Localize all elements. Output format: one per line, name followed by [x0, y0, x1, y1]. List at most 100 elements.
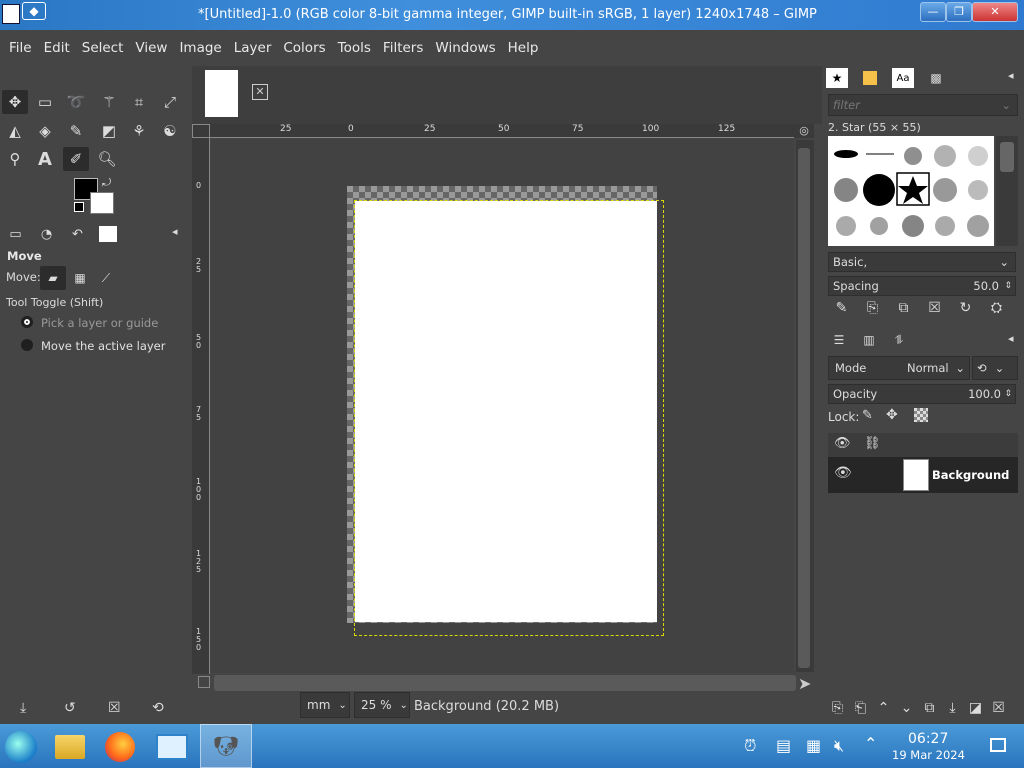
- refresh-brushes-icon[interactable]: ↻: [950, 300, 981, 316]
- delete-options-icon[interactable]: ☒: [108, 700, 121, 716]
- menu-file[interactable]: File: [3, 40, 38, 56]
- volume-muted-icon[interactable]: 🔇︎: [834, 736, 844, 756]
- move-path-mode-icon[interactable]: ⟋: [94, 266, 118, 290]
- text-tool-icon[interactable]: A: [32, 147, 58, 171]
- move-layer-mode-icon[interactable]: ▰: [40, 266, 66, 290]
- chevron-up-icon[interactable]: ⌃: [864, 734, 877, 753]
- menu-filters[interactable]: Filters: [377, 40, 429, 56]
- crop-icon[interactable]: ⌗: [126, 90, 152, 114]
- image-thumbnail-tab[interactable]: [205, 70, 238, 117]
- pick-layer-radio[interactable]: [21, 316, 33, 328]
- minimize-button[interactable]: —: [920, 2, 946, 22]
- configure-tab-icon[interactable]: ◂: [172, 225, 178, 238]
- mode-reset-button[interactable]: ⟲ ⌄: [972, 356, 1018, 380]
- menu-image[interactable]: Image: [173, 40, 227, 56]
- show-desktop-icon[interactable]: [990, 738, 1006, 752]
- app-icon[interactable]: [2, 4, 20, 24]
- zoom-image-icon[interactable]: ◎: [794, 124, 814, 138]
- bucket-fill-icon[interactable]: ◈: [32, 119, 58, 143]
- smudge-icon[interactable]: ☯: [157, 119, 183, 143]
- layers-tab-icon[interactable]: ☰: [826, 330, 852, 350]
- quick-mask-toggle-icon[interactable]: [192, 124, 210, 138]
- notification-icon[interactable]: ⏰︎: [744, 736, 756, 756]
- paintbrush-icon[interactable]: ✎: [63, 119, 89, 143]
- eraser-icon[interactable]: ◩: [96, 119, 122, 143]
- move-tool-icon[interactable]: ✥: [2, 90, 28, 114]
- gradients-tab-icon[interactable]: ▩: [925, 68, 947, 88]
- lock-alpha-icon[interactable]: [914, 408, 928, 422]
- swap-colors-icon[interactable]: ⤾: [102, 176, 111, 190]
- delete-layer-icon[interactable]: ☒: [987, 700, 1010, 716]
- duplicate-brush-icon[interactable]: ⧉: [888, 300, 919, 316]
- add-mask-icon[interactable]: ◪: [964, 700, 987, 716]
- patterns-tab-icon[interactable]: [859, 68, 881, 88]
- vertical-ruler[interactable]: 0 2 5 5 0 7 5 1 0 0 1 2 5 1 5 0: [192, 138, 210, 674]
- transform-icon[interactable]: ⤢: [157, 90, 183, 114]
- zoom-select[interactable]: 25 % ⌄: [354, 692, 410, 718]
- brush-scrollbar[interactable]: [996, 136, 1018, 246]
- start-button-icon[interactable]: [0, 728, 42, 766]
- duplicate-layer-icon[interactable]: ⧉: [918, 700, 941, 716]
- configure-tab-icon[interactable]: ◂: [1008, 332, 1014, 345]
- clock-time[interactable]: 06:27: [908, 731, 948, 747]
- move-active-radio[interactable]: [21, 339, 33, 351]
- save-options-icon[interactable]: ⤓: [20, 700, 26, 716]
- horizontal-scrollbar[interactable]: [214, 675, 796, 691]
- new-layer-group-icon[interactable]: ⎗: [849, 700, 872, 716]
- menu-tools[interactable]: Tools: [332, 40, 377, 56]
- horizontal-ruler[interactable]: 25 0 25 50 75 100 125: [210, 124, 794, 138]
- clock-date[interactable]: 19 Mar 2024: [892, 748, 965, 762]
- gimp-taskbar-icon[interactable]: 🐶︎: [200, 724, 252, 768]
- device-status-tab-icon[interactable]: ◔: [31, 223, 62, 245]
- new-layer-icon[interactable]: ⎘: [826, 700, 849, 716]
- clipboard-icon[interactable]: ▦: [806, 736, 821, 755]
- menu-view[interactable]: View: [129, 40, 173, 56]
- default-colors-icon[interactable]: [74, 202, 84, 212]
- color-picker-icon[interactable]: ✐: [63, 147, 89, 171]
- menu-windows[interactable]: Windows: [429, 40, 501, 56]
- delete-brush-icon[interactable]: ☒: [919, 300, 950, 316]
- restore-options-icon[interactable]: ↺: [64, 700, 76, 716]
- fuzzy-select-icon[interactable]: ⚚: [96, 90, 122, 114]
- clone-icon[interactable]: ⚘: [126, 119, 152, 143]
- images-tab-icon[interactable]: [99, 226, 117, 242]
- layer-name[interactable]: Background: [932, 468, 1009, 482]
- fonts-tab-icon[interactable]: Aa: [892, 68, 914, 88]
- reset-options-icon[interactable]: ⟲: [152, 700, 164, 716]
- move-selection-mode-icon[interactable]: ▦: [68, 266, 92, 290]
- undo-history-tab-icon[interactable]: ↶: [62, 223, 93, 245]
- spacing-field[interactable]: Spacing 50.0 ⇕: [828, 276, 1016, 296]
- brush-tag-select[interactable]: Basic, ⌄: [828, 252, 1016, 272]
- paths-tab-icon[interactable]: ⥮: [886, 330, 912, 350]
- spin-icon[interactable]: ⇕: [1004, 281, 1012, 291]
- layer-mode-select[interactable]: Mode Normal ⌄: [828, 356, 970, 380]
- paths-icon[interactable]: ⚲: [2, 147, 28, 171]
- configure-tab-icon[interactable]: ◂: [1008, 69, 1014, 82]
- open-brush-icon[interactable]: ⛭: [981, 300, 1012, 316]
- rect-select-icon[interactable]: ▭: [32, 90, 58, 114]
- window-menu-icon[interactable]: ◆: [22, 2, 46, 20]
- lasso-icon[interactable]: ➰: [63, 90, 89, 114]
- lock-pixels-icon[interactable]: ✎: [862, 408, 873, 423]
- tool-options-tab-icon[interactable]: ▭: [0, 223, 31, 245]
- background-color-swatch[interactable]: [90, 192, 114, 214]
- move-active-label[interactable]: Move the active layer: [41, 339, 165, 353]
- vertical-scrollbar[interactable]: [796, 140, 814, 672]
- brush-grid[interactable]: [828, 136, 994, 246]
- merge-down-icon[interactable]: ⤓: [941, 700, 964, 716]
- menu-colors[interactable]: Colors: [277, 40, 331, 56]
- lock-position-icon[interactable]: ✥: [886, 407, 898, 423]
- warp-icon[interactable]: ◭: [2, 119, 28, 143]
- close-image-icon[interactable]: ✕: [252, 84, 268, 100]
- unit-select[interactable]: mm ⌄: [300, 692, 350, 718]
- menu-help[interactable]: Help: [502, 40, 545, 56]
- brush-filter-input[interactable]: filter ⌄: [828, 94, 1018, 116]
- vertical-scroll-thumb[interactable]: [798, 148, 810, 668]
- edit-brush-icon[interactable]: ✎: [826, 300, 857, 316]
- maximize-button[interactable]: ❐: [946, 2, 972, 22]
- pick-layer-label[interactable]: Pick a layer or guide: [41, 316, 158, 330]
- spin-icon[interactable]: ⇕: [1004, 389, 1012, 399]
- channels-tab-icon[interactable]: ▥: [856, 330, 882, 350]
- lower-layer-icon[interactable]: ⌄: [895, 700, 918, 716]
- new-brush-icon[interactable]: ⎘: [857, 300, 888, 316]
